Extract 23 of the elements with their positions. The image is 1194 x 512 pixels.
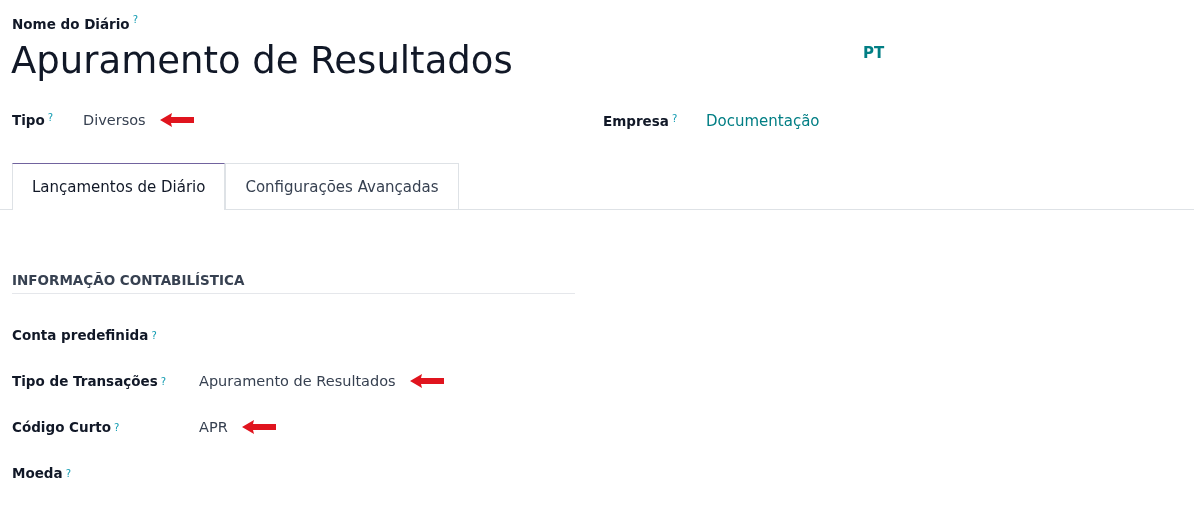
field-value[interactable]: Diversos [83,112,146,129]
field-label: Conta predefinida [12,327,149,344]
tab[interactable]: Lançamentos de Diário [12,163,226,211]
help-icon[interactable]: ? [132,14,138,25]
field-label: Empresa [603,113,669,130]
field-label: Nome do Diário [12,16,130,33]
tab[interactable]: Configurações Avançadas [225,163,459,210]
help-icon[interactable]: ? [160,375,167,387]
help-icon[interactable]: ? [114,421,120,433]
field-label: Código Curto [12,419,111,436]
field-label: Tipo [12,112,45,129]
help-icon[interactable]: ? [151,329,157,341]
journal-name[interactable]: Apuramento de Resultados [11,39,513,83]
help-icon[interactable]: ? [47,112,54,129]
help-icon[interactable]: ? [671,113,678,130]
field-label: Moeda [12,465,63,482]
help-icon[interactable]: ? [65,467,71,479]
field-label: Tipo de Transações [12,373,158,390]
company-link[interactable]: Documentação [706,112,820,131]
language-button[interactable]: PT [863,44,885,62]
section-heading: INFORMAÇÃO CONTABILÍSTICA [12,272,575,295]
field-value[interactable]: Apuramento de Resultados [199,373,396,390]
field-value[interactable]: APR [199,419,228,436]
